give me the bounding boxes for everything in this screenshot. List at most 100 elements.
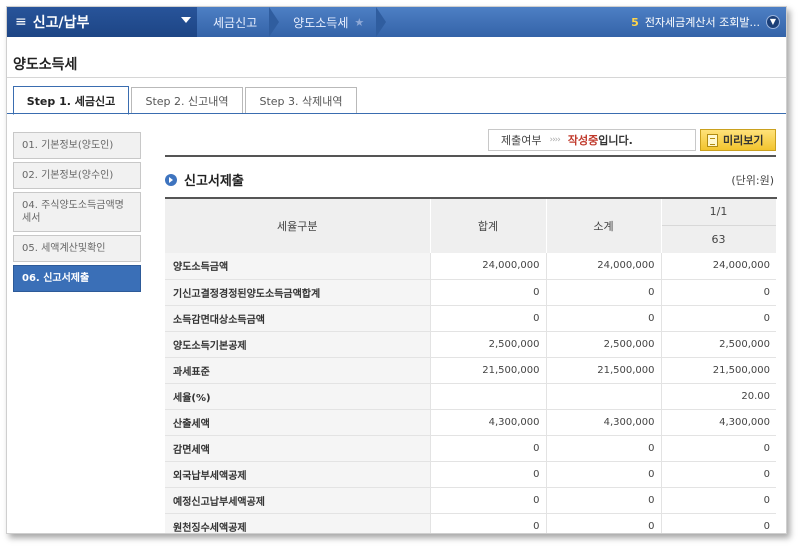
table-row: 양도소득금액 24,000,000 24,000,000 24,000,000 xyxy=(165,253,776,280)
table-row: 예정신고납부세액공제 0 0 0 xyxy=(165,487,776,514)
tab-step-2[interactable]: Step 2. 신고내역 xyxy=(131,87,243,114)
cell-value: 24,000,000 xyxy=(660,253,776,280)
preview-button-label: 미리보기 xyxy=(723,134,764,147)
table-row: 원천징수세액공제 0 0 0 xyxy=(165,513,776,533)
content-divider xyxy=(165,155,776,157)
header-code: 63 xyxy=(661,224,777,253)
submission-status: 제출여부 ›››› 작성중 입니다. xyxy=(488,129,696,151)
tab-divider xyxy=(7,113,786,114)
cell-value: 2,500,000 xyxy=(660,331,776,358)
cell-subtotal: 0 xyxy=(545,435,661,462)
breadcrumb-tax-report[interactable]: 세금신고 xyxy=(197,7,280,37)
row-label: 외국납부세액공제 xyxy=(165,461,430,488)
notice-text: 전자세금계산서 조회발... xyxy=(644,16,760,29)
cell-subtotal: 21,500,000 xyxy=(545,357,661,384)
cell-total: 0 xyxy=(429,279,546,306)
row-label: 소득감면대상소득금액 xyxy=(165,305,430,332)
top-nav-bar: ≡ 신고/납부 세금신고 양도소득세 ★ 5 전자세금계산서 조회발... ▼ xyxy=(7,7,786,37)
cell-total: 0 xyxy=(429,487,546,514)
chevron-down-icon[interactable]: ▼ xyxy=(766,15,780,29)
sidebar-item-buyer-info[interactable]: 02. 기본정보(양수인) xyxy=(13,162,141,189)
app-window: ≡ 신고/납부 세금신고 양도소득세 ★ 5 전자세금계산서 조회발... ▼ … xyxy=(6,6,787,534)
cell-value: 0 xyxy=(660,513,776,533)
step-sidebar: 01. 기본정보(양도인) 02. 기본정보(양수인) 04. 주식양도소득금액… xyxy=(13,132,141,295)
notice-count: 5 xyxy=(631,15,639,29)
cell-total: 4,300,000 xyxy=(429,409,546,436)
tab-step-3[interactable]: Step 3. 삭제내역 xyxy=(245,87,357,114)
step-tabs: Step 1. 세금신고 Step 2. 신고내역 Step 3. 삭제내역 xyxy=(13,86,359,115)
cell-value: 4,300,000 xyxy=(660,409,776,436)
row-label: 기신고결정경정된양도소득금액합계 xyxy=(165,279,430,306)
breadcrumb-label: 양도소득세 xyxy=(293,15,349,30)
status-arrows-icon: ›››› xyxy=(549,135,560,145)
cell-subtotal: 4,300,000 xyxy=(545,409,661,436)
sidebar-item-seller-info[interactable]: 01. 기본정보(양도인) xyxy=(13,132,141,159)
status-value: 작성중 xyxy=(567,134,599,147)
cell-value: 20.00 xyxy=(660,383,776,410)
cell-total: 21,500,000 xyxy=(429,357,546,384)
sidebar-item-submit[interactable]: 06. 신고서제출 xyxy=(13,265,141,292)
section-heading: 신고서제출 xyxy=(165,170,244,189)
row-label: 세율(%) xyxy=(165,383,430,410)
cell-value: 0 xyxy=(660,461,776,488)
row-label: 양도소득기본공제 xyxy=(165,331,430,358)
cell-total: 2,500,000 xyxy=(429,331,546,358)
row-label: 원천징수세액공제 xyxy=(165,513,430,533)
cell-subtotal: 2,500,000 xyxy=(545,331,661,358)
cell-total: 0 xyxy=(429,435,546,462)
table-row: 세율(%) 20.00 xyxy=(165,383,776,410)
cell-value: 0 xyxy=(660,435,776,462)
header-subtotal: 소계 xyxy=(546,197,662,253)
notice-ticker[interactable]: 5 전자세금계산서 조회발... xyxy=(631,7,760,37)
main-menu-title: 신고/납부 xyxy=(32,15,90,31)
tax-summary-table: 세율구분 합계 소계 1/1 63 양도소득금액 24,000,000 24,000… xyxy=(165,197,777,533)
sidebar-item-tax-calc[interactable]: 05. 세액계산및확인 xyxy=(13,235,141,262)
row-label: 감면세액 xyxy=(165,435,430,462)
hamburger-icon: ≡ xyxy=(15,14,27,30)
header-category: 세율구분 xyxy=(165,197,431,253)
cell-value: 21,500,000 xyxy=(660,357,776,384)
cell-value: 0 xyxy=(660,279,776,306)
bullet-arrow-icon xyxy=(165,173,177,186)
breadcrumb-capital-gains[interactable]: 양도소득세 ★ xyxy=(279,7,387,37)
status-label: 제출여부 xyxy=(501,134,542,147)
tab-step-1[interactable]: Step 1. 세금신고 xyxy=(13,86,129,115)
caret-down-icon xyxy=(181,17,191,23)
favorite-star-icon[interactable]: ★ xyxy=(354,16,364,29)
cell-subtotal xyxy=(545,383,661,410)
cell-subtotal: 0 xyxy=(545,279,661,306)
title-divider xyxy=(7,77,786,78)
cell-total: 24,000,000 xyxy=(429,253,546,280)
row-label: 예정신고납부세액공제 xyxy=(165,487,430,514)
row-label: 산출세액 xyxy=(165,409,430,436)
page-title: 양도소득세 xyxy=(13,57,78,73)
cell-subtotal: 0 xyxy=(545,461,661,488)
main-menu-button[interactable]: ≡ 신고/납부 xyxy=(7,7,197,37)
preview-button[interactable]: 미리보기 xyxy=(700,129,776,151)
header-page: 1/1 xyxy=(661,197,777,225)
row-label: 과세표준 xyxy=(165,357,430,384)
table-row: 산출세액 4,300,000 4,300,000 4,300,000 xyxy=(165,409,776,436)
unit-label: (단위:원) xyxy=(731,174,774,187)
header-total: 합계 xyxy=(430,197,547,253)
status-suffix: 입니다. xyxy=(598,134,633,147)
cell-subtotal: 24,000,000 xyxy=(545,253,661,280)
cell-subtotal: 0 xyxy=(545,305,661,332)
cell-subtotal: 0 xyxy=(545,487,661,514)
cell-value: 0 xyxy=(660,305,776,332)
table-row: 기신고결정경정된양도소득금액합계 0 0 0 xyxy=(165,279,776,306)
section-title: 신고서제출 xyxy=(184,174,244,189)
table-row: 감면세액 0 0 0 xyxy=(165,435,776,462)
cell-value: 0 xyxy=(660,487,776,514)
table-row: 양도소득기본공제 2,500,000 2,500,000 2,500,000 xyxy=(165,331,776,358)
breadcrumb-label: 세금신고 xyxy=(213,15,258,30)
table-row: 외국납부세액공제 0 0 0 xyxy=(165,461,776,488)
cell-subtotal: 0 xyxy=(545,513,661,533)
sidebar-item-stock-gains[interactable]: 04. 주식양도소득금액명세서 xyxy=(13,192,141,232)
document-icon xyxy=(707,133,718,147)
cell-total: 0 xyxy=(429,461,546,488)
cell-total: 0 xyxy=(429,513,546,533)
cell-total: 0 xyxy=(429,305,546,332)
table-body: 양도소득금액 24,000,000 24,000,000 24,000,000 기신고결… xyxy=(165,253,776,533)
table-row: 소득감면대상소득금액 0 0 0 xyxy=(165,305,776,332)
